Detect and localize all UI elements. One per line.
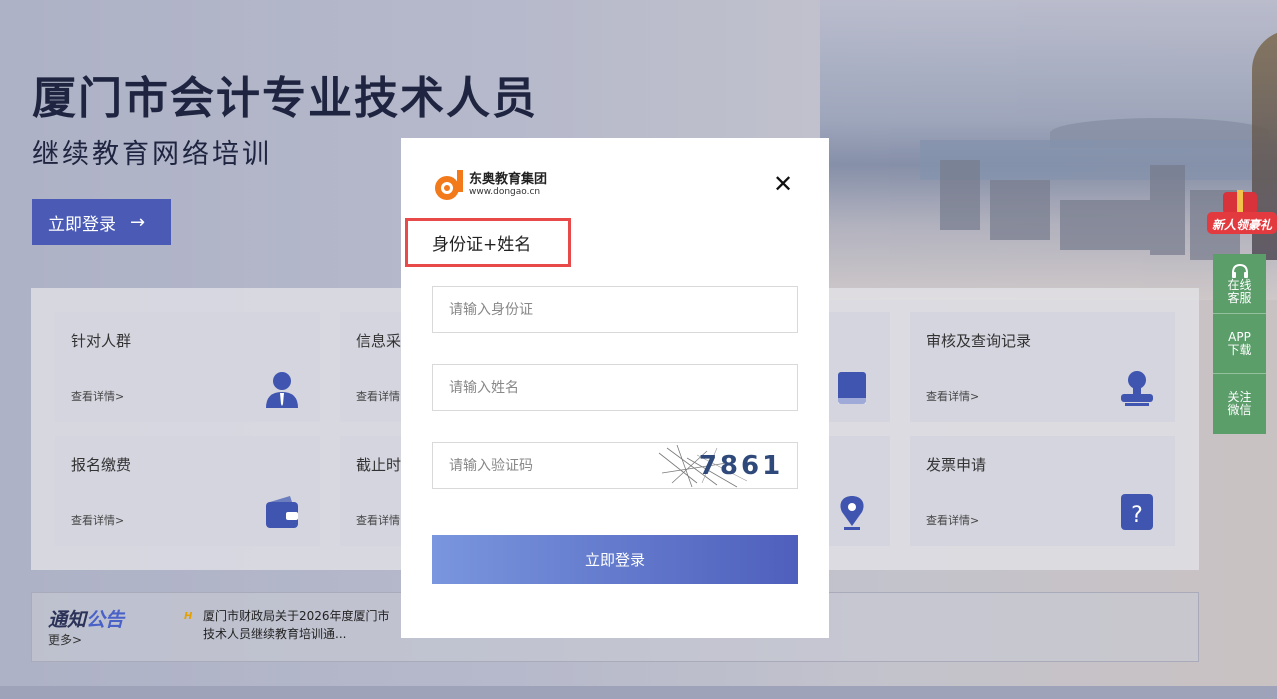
notice-logo: 通知公告 [48, 609, 125, 631]
login-modal: 东奥教育集团 www.dongao.cn ✕ 身份证+姓名 7861 立即登录 [401, 138, 829, 638]
card-audit-query[interactable]: 审核及查询记录 查看详情> [910, 312, 1175, 422]
user-tie-icon [266, 372, 298, 408]
card-more-link[interactable]: 查看详情> [71, 512, 124, 528]
captcha-text: 7861 [699, 451, 783, 481]
stamp-icon [1121, 371, 1153, 406]
svg-text:?: ? [1131, 503, 1143, 528]
captcha-image[interactable]: 7861 [657, 443, 797, 488]
side-app-download[interactable]: APP 下载 [1213, 314, 1266, 374]
card-more-link[interactable]: 查看详情> [926, 512, 979, 528]
hero-login-button[interactable]: 立即登录 → [32, 199, 171, 245]
card-title: 报名缴费 [71, 456, 132, 474]
brand-url: www.dongao.cn [469, 187, 541, 197]
gift-promo-icon[interactable]: 新人领豪礼 [1205, 186, 1277, 238]
brand-name: 东奥教育集团 [469, 172, 548, 187]
headset-icon [1231, 263, 1248, 278]
tab-id-name[interactable]: 身份证+姓名 [432, 230, 531, 255]
card-invoice[interactable]: 发票申请 查看详情> ? [910, 436, 1175, 546]
card-title: 发票申请 [926, 456, 987, 474]
card-more-link[interactable]: 查看详情> [926, 388, 979, 404]
id-card-input[interactable] [432, 286, 798, 333]
card-register-pay[interactable]: 报名缴费 查看详情> [55, 436, 320, 546]
card-title: 审核及查询记录 [926, 332, 1032, 350]
hot-badge-icon: H [184, 611, 193, 622]
wallet-icon [266, 496, 298, 528]
brand-logo: 东奥教育集团 www.dongao.cn [431, 168, 547, 202]
side-float-bar: 在线 客服 APP 下载 关注 微信 [1213, 254, 1266, 434]
close-icon[interactable]: ✕ [771, 172, 795, 196]
background-city-image [820, 0, 1277, 300]
login-submit-button[interactable]: 立即登录 [432, 535, 798, 584]
card-more-link[interactable]: 查看详情> [71, 388, 124, 404]
side-online-service[interactable]: 在线 客服 [1213, 254, 1266, 314]
book-icon [838, 372, 866, 404]
footer-band [0, 686, 1277, 699]
dongao-logo-icon [435, 170, 463, 200]
card-target-group[interactable]: 针对人群 查看详情> [55, 312, 320, 422]
notice-item[interactable]: 厦门市财政局关于2026年度厦门市 技术人员继续教育培训通... [203, 607, 433, 643]
page-title: 厦门市会计专业技术人员 [32, 73, 538, 124]
name-input[interactable] [432, 364, 798, 411]
arrow-right-icon: → [130, 211, 146, 233]
notice-more-link[interactable]: 更多> [48, 631, 82, 648]
question-icon: ? [1121, 494, 1153, 530]
svg-text:新人领豪礼: 新人领豪礼 [1212, 218, 1273, 232]
page-subtitle: 继续教育网络培训 [32, 139, 272, 170]
pen-nib-icon [840, 496, 864, 530]
side-follow-wechat[interactable]: 关注 微信 [1213, 374, 1266, 434]
card-title: 针对人群 [71, 332, 132, 350]
hero-login-label: 立即登录 [48, 214, 116, 235]
